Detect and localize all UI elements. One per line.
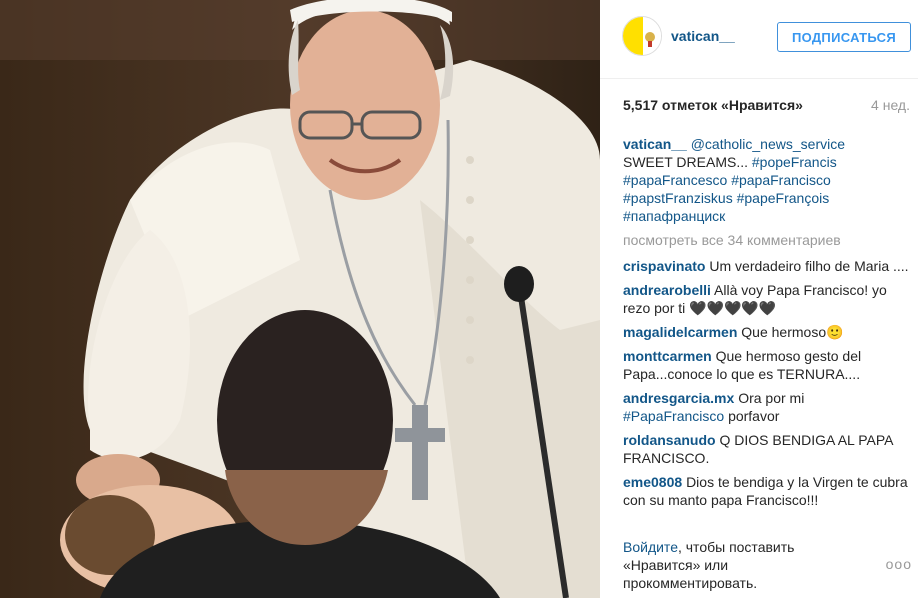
comment-text: Um verdadeiro filho de Maria .... <box>709 258 909 274</box>
comment-item: magalidelcarmen Que hermoso🙂 <box>623 323 913 341</box>
comment-username[interactable]: crispavinato <box>623 258 705 274</box>
comment-item: crispavinato Um verdadeiro filho de Mari… <box>623 257 913 275</box>
caption-text: SWEET DREAMS... <box>623 154 748 170</box>
hashtag[interactable]: #papaFrancesco <box>623 172 727 188</box>
hashtag[interactable]: #papstFranziskus <box>623 190 733 206</box>
comment-item: roldansanudo Q DIOS BENDIGA AL PAPA FRAN… <box>623 431 913 467</box>
caption: vatican__ @catholic_news_service SWEET D… <box>623 135 913 225</box>
hashtag[interactable]: #papaFrancisco <box>731 172 831 188</box>
post-author-username[interactable]: vatican__ <box>671 28 735 44</box>
vatican-flag-icon <box>623 17 661 55</box>
comment-username[interactable]: roldansanudo <box>623 432 716 448</box>
comment-username[interactable]: andresgarcia.mx <box>623 390 734 406</box>
post-side-panel: vatican__ ПОДПИСАТЬСЯ 5,517 отметок «Нра… <box>600 0 918 598</box>
post-photo[interactable] <box>0 0 600 598</box>
hashtag[interactable]: #papeFrançois <box>737 190 830 206</box>
comment-text: Que hermoso🙂 <box>741 324 844 340</box>
comment-username[interactable]: andrearobelli <box>623 282 711 298</box>
comment-list: vatican__ @catholic_news_service SWEET D… <box>623 135 913 515</box>
avatar[interactable] <box>622 16 662 56</box>
caption-mention[interactable]: @catholic_news_service <box>691 136 845 152</box>
photo-illustration <box>0 0 600 598</box>
comment-username[interactable]: eme0808 <box>623 474 682 490</box>
follow-button[interactable]: ПОДПИСАТЬСЯ <box>777 22 911 52</box>
comment-item: andrearobelli Allà voy Papa Francisco! y… <box>623 281 913 317</box>
more-options-icon[interactable]: ooo <box>886 556 912 572</box>
login-link[interactable]: Войдите <box>623 539 678 555</box>
caption-username[interactable]: vatican__ <box>623 136 687 152</box>
comment-text: Ora por mi <box>738 390 805 406</box>
comment-item: monttcarmen Que hermoso gesto del Papa..… <box>623 347 913 383</box>
comment-text: porfavor <box>728 408 780 424</box>
post-age[interactable]: 4 нед. <box>871 97 910 113</box>
like-count[interactable]: 5,517 отметок «Нравится» <box>623 97 803 113</box>
hashtag[interactable]: #popeFrancis <box>752 154 837 170</box>
hashtag[interactable]: #PapaFrancisco <box>623 408 724 424</box>
hashtag[interactable]: #папафранциск <box>623 208 725 224</box>
comment-item: eme0808 Dios te bendiga y la Virgen te c… <box>623 473 913 509</box>
login-prompt: Войдите, чтобы поставить «Нравится» или … <box>623 538 833 592</box>
comment-username[interactable]: magalidelcarmen <box>623 324 737 340</box>
post-header: vatican__ ПОДПИСАТЬСЯ <box>600 0 918 79</box>
comment-item: andresgarcia.mx Ora por mi #PapaFrancisc… <box>623 389 913 425</box>
comment-username[interactable]: monttcarmen <box>623 348 712 364</box>
view-all-comments-link[interactable]: посмотреть все 34 комментариев <box>623 231 913 249</box>
